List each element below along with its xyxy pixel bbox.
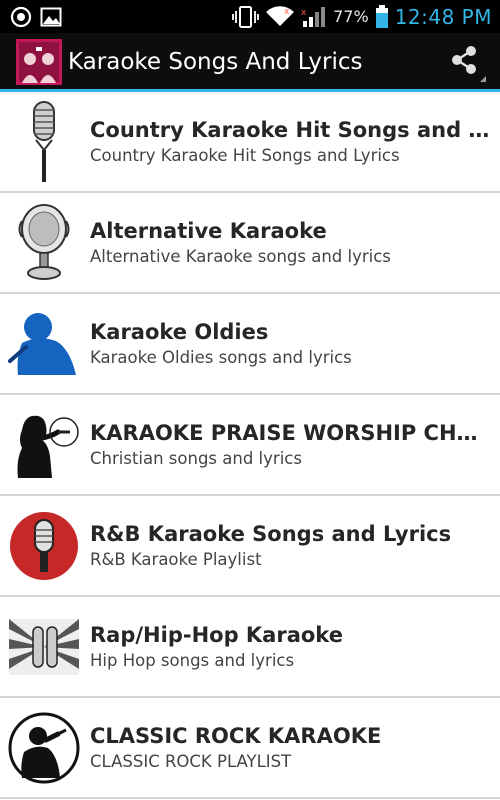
list-item-rap-hiphop[interactable]: Rap/Hip-Hop Karaoke Hip Hop songs and ly…: [0, 597, 500, 698]
woman-singer-icon: [8, 403, 80, 487]
list-item-subtitle: Karaoke Oldies songs and lyrics: [90, 347, 352, 367]
list-item-subtitle: Country Karaoke Hit Songs and Lyrics: [90, 145, 400, 165]
list-item-alternative[interactable]: Alternative Karaoke Alternative Karaoke …: [0, 193, 500, 294]
list-item-subtitle: Alternative Karaoke songs and lyrics: [90, 246, 391, 266]
status-bar: x x 77% 12:48 PM: [0, 0, 500, 33]
action-bar: Karaoke Songs And Lyrics: [0, 33, 500, 90]
vintage-microphone-icon: [8, 100, 80, 184]
red-microphone-icon: [8, 504, 80, 588]
wifi-icon: x: [265, 5, 295, 28]
image-icon: [40, 7, 62, 27]
list-item-subtitle: R&B Karaoke Playlist: [90, 549, 262, 569]
battery-percent: 77%: [333, 7, 369, 26]
category-list: Country Karaoke Hit Songs and Lyrics Cou…: [0, 92, 500, 799]
list-item-title: CLASSIC ROCK KARAOKE: [90, 723, 382, 748]
clock-time: 12:48 PM: [394, 4, 492, 29]
list-item-classic-rock[interactable]: CLASSIC ROCK KARAOKE CLASSIC ROCK PLAYLI…: [0, 698, 500, 799]
svg-text:x: x: [301, 8, 307, 18]
share-icon: [448, 44, 480, 80]
singer-silhouette-icon: [8, 302, 80, 386]
vibrate-icon: [231, 5, 260, 29]
battery-icon: [375, 4, 389, 29]
studio-microphone-icon: [8, 201, 80, 285]
list-item-subtitle: Christian songs and lyrics: [90, 448, 302, 468]
rock-singer-icon: [8, 706, 80, 790]
overflow-corner-indicator: [480, 75, 486, 82]
list-item-title: Alternative Karaoke: [90, 218, 327, 243]
karaoke-app-icon[interactable]: [16, 38, 62, 85]
list-item-title: Rap/Hip-Hop Karaoke: [90, 622, 343, 647]
list-item-title: Country Karaoke Hit Songs and Lyrics: [90, 117, 490, 142]
list-item-title: KARAOKE PRAISE WORSHIP CHRISTIAN: [90, 420, 490, 445]
list-item-subtitle: Hip Hop songs and lyrics: [90, 650, 295, 670]
target-icon: [10, 6, 32, 28]
app-title: Karaoke Songs And Lyrics: [68, 48, 363, 75]
share-button[interactable]: [440, 38, 488, 86]
list-item-praise-worship[interactable]: KARAOKE PRAISE WORSHIP CHRISTIAN Christi…: [0, 395, 500, 496]
signal-icon: x: [301, 6, 327, 28]
list-item-rnb[interactable]: R&B Karaoke Songs and Lyrics R&B Karaoke…: [0, 496, 500, 597]
svg-text:x: x: [284, 7, 290, 17]
list-item-title: Karaoke Oldies: [90, 319, 269, 344]
list-item-title: R&B Karaoke Songs and Lyrics: [90, 521, 452, 546]
list-item-subtitle: CLASSIC ROCK PLAYLIST: [90, 751, 292, 771]
list-item-oldies[interactable]: Karaoke Oldies Karaoke Oldies songs and …: [0, 294, 500, 395]
list-item-country[interactable]: Country Karaoke Hit Songs and Lyrics Cou…: [0, 92, 500, 193]
two-microphones-icon: [8, 605, 80, 689]
